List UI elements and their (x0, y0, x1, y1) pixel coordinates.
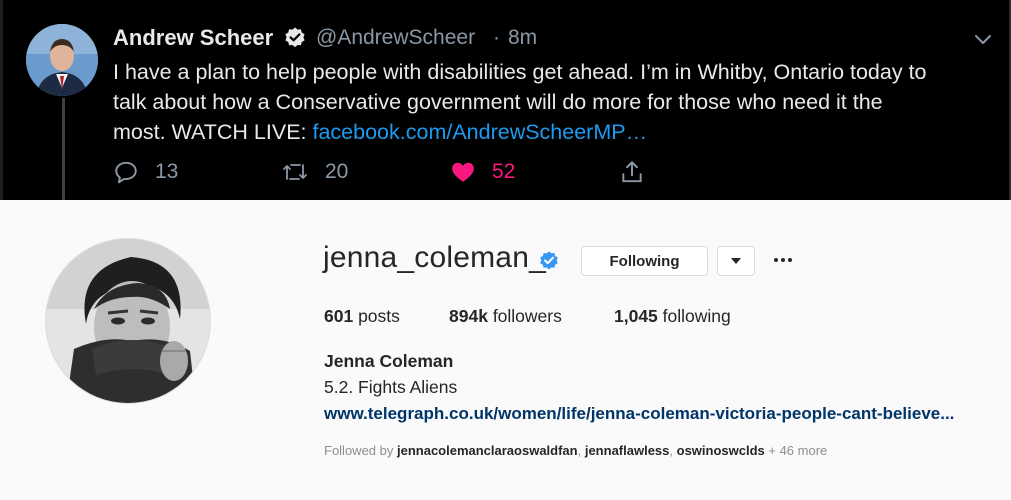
more-options-icon (774, 258, 792, 262)
tweet-text-line: most. WATCH LIVE: facebook.com/AndrewSch… (113, 117, 1003, 147)
suggested-accounts-dropdown-button[interactable] (717, 246, 755, 276)
retweet-icon (283, 164, 307, 180)
timeline-border-left (0, 0, 3, 200)
followers-label: followers (492, 306, 562, 326)
followers-count: 894k (449, 306, 488, 326)
following-stat[interactable]: 1,045 following (614, 306, 731, 327)
profile-bio: 5.2. Fights Aliens (324, 377, 458, 397)
more-options-button[interactable] (772, 248, 794, 272)
profile-full-name: Jenna Coleman (324, 351, 454, 371)
following-button[interactable]: Following (581, 246, 708, 276)
reply-icon (115, 161, 137, 184)
followed-by-separator: , (669, 443, 677, 458)
posts-label: posts (358, 306, 400, 326)
followed-by-user[interactable]: jennaflawless (585, 443, 670, 458)
share-icon (622, 161, 642, 183)
profile-picture[interactable] (45, 238, 211, 404)
tweet-link[interactable]: facebook.com/AndrewScheerMP… (313, 120, 648, 144)
followed-by-separator: , (577, 443, 585, 458)
author-name[interactable]: Andrew Scheer (113, 25, 273, 51)
reply-button[interactable]: 13 (113, 157, 178, 187)
retweet-count: 20 (325, 160, 349, 183)
tweet-text-line: I have a plan to help people with disabi… (113, 60, 927, 84)
like-count: 52 (492, 160, 516, 183)
verified-badge-icon (283, 26, 307, 50)
thread-connector-line (62, 98, 65, 200)
followed-by-line[interactable]: Followed by jennacolemanclaraoswaldfan, … (324, 443, 827, 458)
posts-count: 601 (324, 306, 354, 326)
followed-by-more[interactable]: + 46 more (765, 443, 827, 458)
heart-icon (452, 162, 474, 182)
author-avatar[interactable] (26, 24, 98, 96)
chevron-down-icon[interactable] (972, 28, 994, 50)
meta-separator: · (493, 26, 500, 49)
following-label: following (662, 306, 731, 326)
like-button[interactable]: 52 (450, 157, 515, 187)
retweet-button[interactable]: 20 (281, 157, 348, 187)
tweet-text-line: talk about how a Conservative government… (113, 90, 883, 114)
followed-by-prefix: Followed by (324, 443, 397, 458)
author-handle[interactable]: @AndrewScheer (316, 26, 475, 50)
followed-by-user[interactable]: jennacolemanclaraoswaldfan (397, 443, 578, 458)
profile-website-link[interactable]: www.telegraph.co.uk/women/life/jenna-col… (324, 404, 954, 424)
following-count: 1,045 (614, 306, 658, 326)
followed-by-user[interactable]: oswinoswclds (677, 443, 765, 458)
verified-badge-icon (538, 250, 560, 272)
tweet-text-segment: most. WATCH LIVE: (113, 120, 313, 144)
tweet-card[interactable]: Andrew Scheer @AndrewScheer · 8m I have … (0, 0, 1011, 200)
tweet-text: I have a plan to help people with disabi… (113, 57, 1003, 147)
followers-stat[interactable]: 894k followers (449, 306, 562, 327)
profile-header: jenna_coleman_ Following 601 posts 894k … (0, 200, 1011, 500)
caret-down-icon (731, 258, 741, 264)
posts-stat: 601 posts (324, 306, 400, 327)
reply-count: 13 (155, 160, 179, 183)
share-button[interactable] (619, 157, 661, 187)
tweet-timestamp[interactable]: 8m (508, 26, 537, 50)
profile-username: jenna_coleman_ (323, 241, 546, 274)
